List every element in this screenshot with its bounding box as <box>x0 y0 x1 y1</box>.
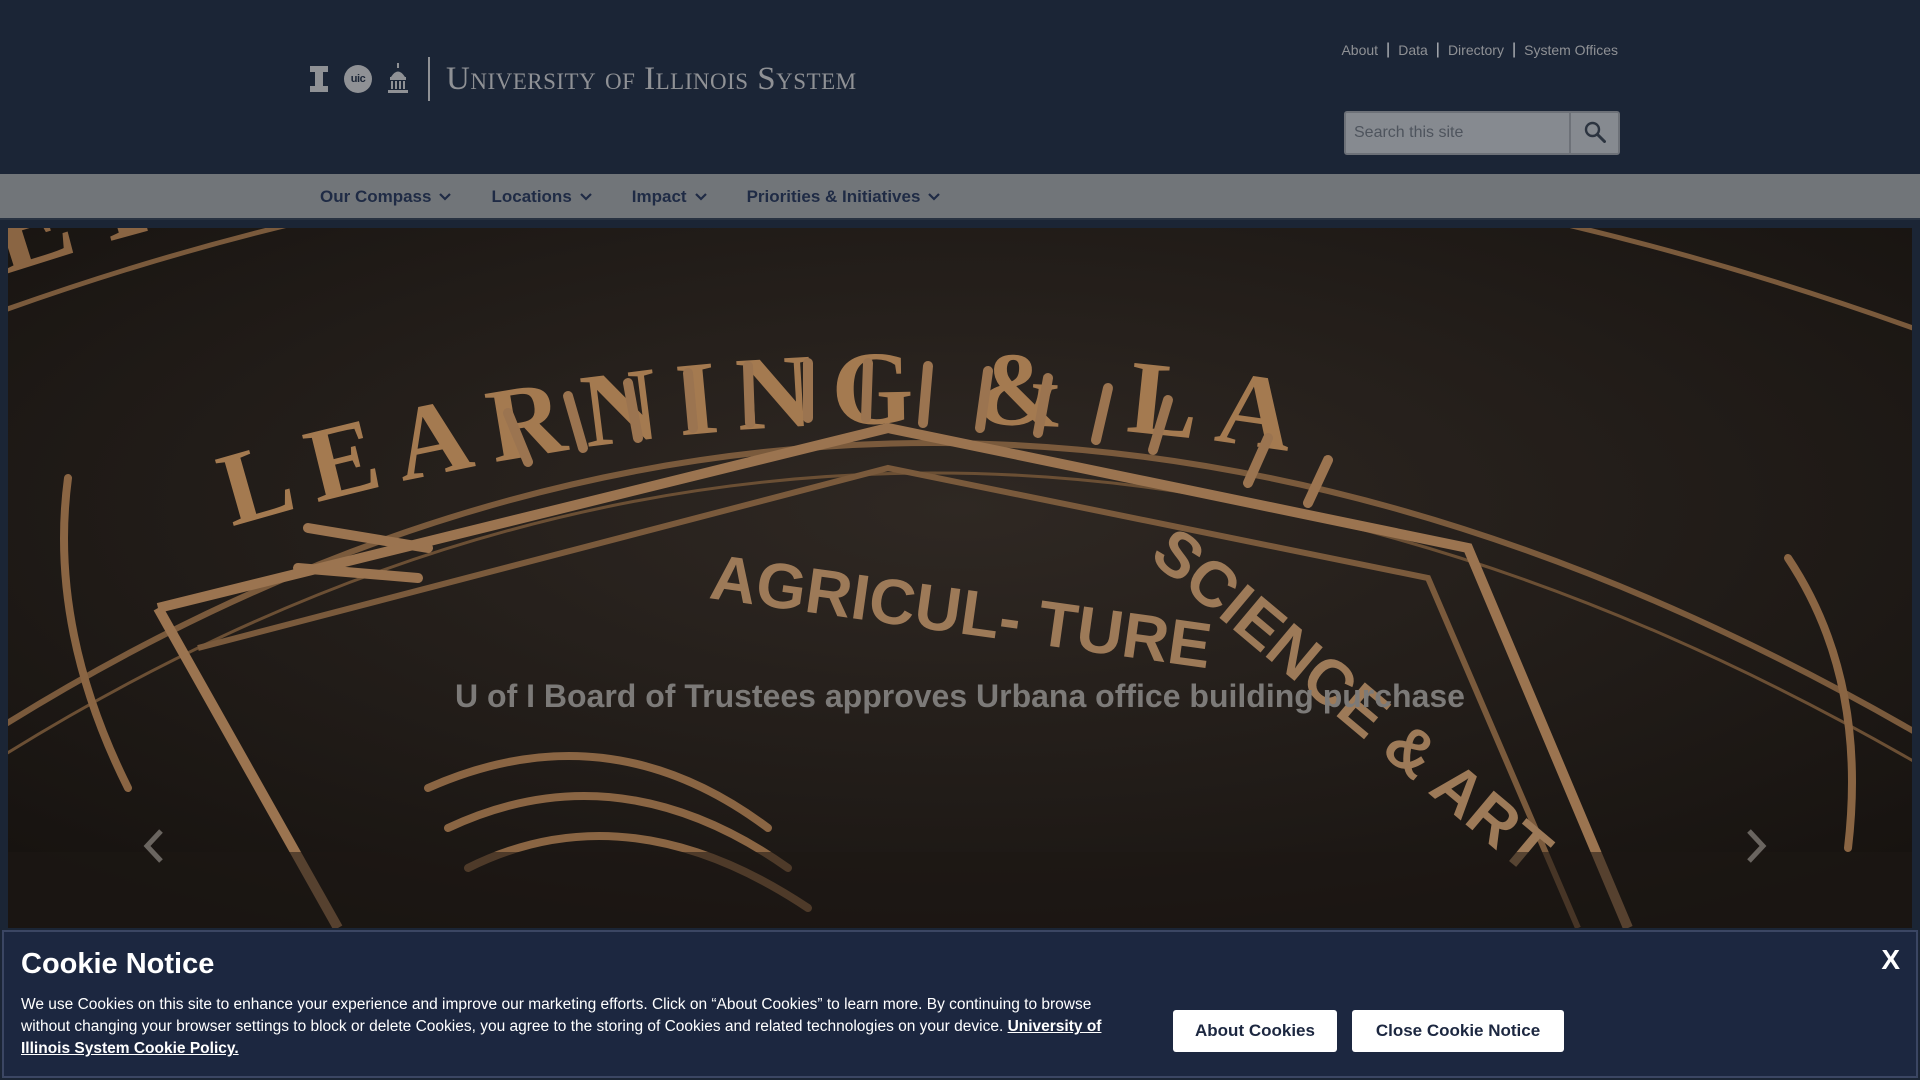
util-link-about[interactable]: About <box>1341 42 1378 58</box>
close-icon[interactable]: X <box>1881 944 1900 976</box>
block-i-icon[interactable] <box>308 64 330 94</box>
cookie-notice: Cookie Notice We use Cookies on this sit… <box>2 930 1918 1078</box>
nav-item-impact[interactable]: Impact <box>632 187 707 207</box>
nav-item-our-compass[interactable]: Our Compass <box>320 187 452 207</box>
util-separator: | <box>1386 41 1391 58</box>
utility-links: About | Data | Directory | System Office… <box>1341 41 1618 59</box>
about-cookies-button[interactable]: About Cookies <box>1173 1010 1337 1052</box>
util-link-system-offices[interactable]: System Offices <box>1524 42 1618 58</box>
site-search <box>1344 111 1620 155</box>
nav-item-label: Priorities & Initiatives <box>746 187 921 206</box>
cookie-notice-title: Cookie Notice <box>21 948 215 980</box>
main-nav: Our Compass Locations Impact Priorities … <box>0 174 1920 220</box>
uic-logo-icon[interactable]: uic <box>344 65 372 93</box>
close-cookie-notice-button[interactable]: Close Cookie Notice <box>1352 1010 1564 1052</box>
search-icon <box>1584 121 1606 146</box>
search-input[interactable] <box>1346 113 1569 153</box>
system-logo[interactable]: uic University of Illinois System <box>308 56 857 102</box>
uis-capitol-icon[interactable] <box>386 63 410 95</box>
carousel-next-button[interactable] <box>1738 816 1774 876</box>
chevron-down-icon <box>580 193 592 201</box>
chevron-down-icon <box>928 193 941 201</box>
nav-item-priorities-initiatives[interactable]: Priorities & Initiatives <box>747 187 941 207</box>
util-separator: | <box>1435 41 1440 58</box>
hero-carousel: VERSITY OF LEARNING & LA <box>8 228 1912 928</box>
nav-item-locations[interactable]: Locations <box>491 187 592 207</box>
chevron-right-icon <box>1747 829 1767 863</box>
chevron-down-icon <box>694 193 707 201</box>
system-wordmark[interactable]: University of Illinois System <box>446 61 857 98</box>
util-link-directory[interactable]: Directory <box>1448 42 1504 58</box>
search-button[interactable] <box>1569 113 1618 153</box>
page: uic University of Illinois System About … <box>0 0 1920 1080</box>
carousel-prev-button[interactable] <box>136 816 172 876</box>
logo-divider <box>428 57 430 101</box>
site-header: uic University of Illinois System About … <box>0 0 1920 174</box>
util-link-data[interactable]: Data <box>1398 42 1428 58</box>
cookie-notice-text: We use Cookies on this site to enhance y… <box>21 994 1141 1060</box>
nav-item-label: Impact <box>631 187 687 206</box>
cookie-body-text: We use Cookies on this site to enhance y… <box>21 996 1092 1035</box>
chevron-left-icon <box>143 829 163 863</box>
carousel-caption[interactable]: U of I Board of Trustees approves Urbana… <box>0 678 1920 715</box>
caption-backdrop <box>8 852 1912 928</box>
university-seal-image: VERSITY OF LEARNING & LA <box>8 228 1912 928</box>
chevron-down-icon <box>439 193 452 201</box>
nav-item-label: Our Compass <box>320 187 432 206</box>
util-separator: | <box>1511 41 1517 58</box>
nav-item-label: Locations <box>491 187 572 206</box>
